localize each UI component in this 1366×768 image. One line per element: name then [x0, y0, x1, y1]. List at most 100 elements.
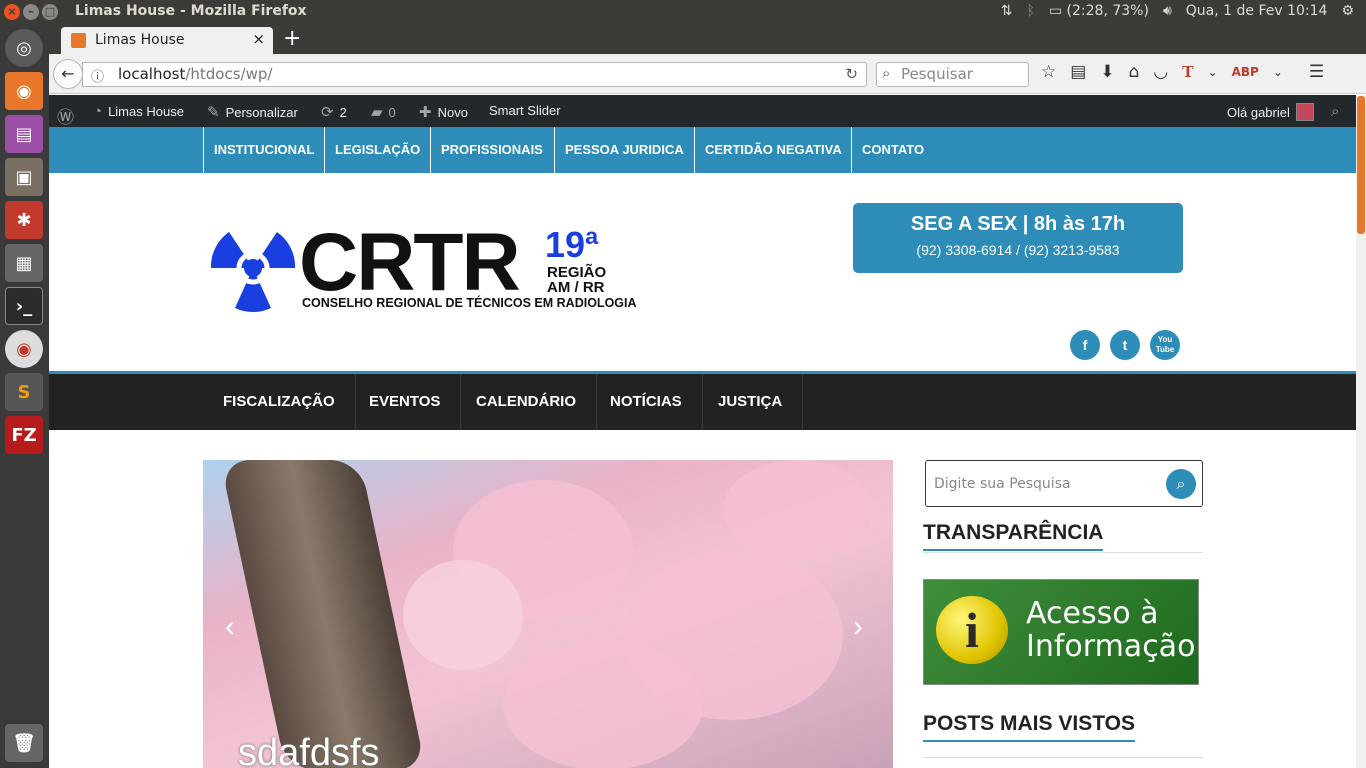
slider-prev-arrow[interactable]: ‹	[225, 610, 235, 644]
office-hours-phones: (92) 3308-6914 / (92) 3213-9583	[916, 242, 1120, 258]
site-info-icon[interactable]: ⓘ	[91, 66, 104, 85]
facebook-icon[interactable]: f	[1070, 330, 1100, 360]
bluetooth-icon[interactable]: ᛒ	[1026, 3, 1034, 19]
battery-indicator[interactable]: ▭ (2:28, 73%)	[1049, 3, 1149, 19]
wp-customize-link[interactable]: ✎ Personalizar	[207, 103, 298, 121]
twitter-icon[interactable]: t	[1110, 330, 1140, 360]
wp-greeting: Olá gabriel	[1227, 104, 1290, 120]
terminal-icon[interactable]: ›_	[5, 287, 43, 325]
youtube-icon[interactable]: You Tube	[1150, 330, 1180, 360]
divider	[923, 552, 1203, 553]
browser-search-box[interactable]: ⌕ Pesquisar	[876, 62, 1029, 87]
crtr-logo[interactable]: CRTR 19ª REGIÃO AM / RR CONSELHO REGIONA…	[209, 220, 637, 318]
new-tab-button[interactable]: +	[283, 26, 301, 51]
tab-title: Limas House	[95, 32, 185, 48]
reading-list-icon[interactable]: ▤	[1070, 62, 1086, 82]
navigation-toolbar: ⓘ localhost/htdocs/wp/ ↻ ← ⌕ Pesquisar ☆…	[49, 54, 1366, 94]
home-icon[interactable]: ⌂	[1129, 62, 1140, 82]
transparency-title: TRANSPARÊNCIA	[923, 521, 1104, 551]
ubuntu-dash-icon[interactable]: ◎	[5, 29, 43, 67]
minimize-window-button[interactable]: –	[23, 4, 39, 20]
window-title: Limas House - Mozilla Firefox	[75, 3, 307, 19]
nav-certidao-negativa[interactable]: CERTIDÃO NEGATIVA	[694, 127, 852, 173]
network-icon[interactable]: ⇅	[1001, 3, 1013, 19]
url-bar[interactable]: ⓘ localhost/htdocs/wp/ ↻	[82, 62, 867, 87]
calculator-icon[interactable]: ▦	[5, 244, 43, 282]
firefox-icon[interactable]: ◉	[5, 72, 43, 110]
wp-site-name: Limas House	[108, 104, 184, 119]
battery-icon: ▭	[1048, 3, 1063, 19]
office-hours-box: SEG A SEX | 8h às 17h (92) 3308-6914 / (…	[853, 203, 1183, 273]
plus-icon: ✚	[419, 104, 432, 121]
url-path: /htdocs/wp/	[185, 65, 273, 83]
adblock-icon[interactable]: ABP	[1232, 65, 1259, 79]
settings-gear-icon[interactable]: ⚙	[1341, 3, 1354, 19]
sublime-text-icon[interactable]: S	[5, 373, 43, 411]
menu-hamburger-icon[interactable]: ☰	[1309, 62, 1324, 82]
nav-profissionais[interactable]: PROFISSIONAIS	[430, 127, 553, 173]
image-slider[interactable]: ‹ › sdafdsfs	[203, 460, 893, 768]
wp-smart-slider-link[interactable]: Smart Slider	[489, 103, 561, 118]
wp-search-icon[interactable]: ⌕	[1331, 103, 1339, 120]
bookmark-star-icon[interactable]: ☆	[1041, 62, 1056, 82]
workspace-switcher-icon[interactable]: ▤	[5, 115, 43, 153]
nav-eventos[interactable]: EVENTOS	[349, 374, 462, 430]
top-navigation: INSTITUCIONAL LEGISLAÇÃO PROFISSIONAIS P…	[49, 127, 1356, 173]
slider-next-arrow[interactable]: ›	[853, 610, 863, 644]
chevron-down-icon[interactable]: ⌄	[1208, 65, 1218, 79]
info-icon: i	[936, 596, 1008, 664]
toolbar-icons: ☆ ▤ ⬇ ⌂ ◡ T ⌄ ABP ⌄ ☰	[1041, 62, 1324, 82]
filezilla-icon[interactable]: FZ	[5, 416, 43, 454]
avatar	[1295, 103, 1314, 121]
back-button[interactable]: ←	[53, 59, 83, 89]
downloads-icon[interactable]: ⬇	[1100, 62, 1114, 82]
close-window-button[interactable]: ×	[4, 4, 20, 20]
browser-tab[interactable]: Limas House ×	[61, 27, 273, 54]
close-tab-icon[interactable]: ×	[252, 30, 265, 48]
wp-admin-bar: Ⓦ ◔ Limas House ✎ Personalizar ⟳ 2 ▰ 0 ✚ Novo…	[49, 95, 1356, 127]
nav-justica[interactable]: JUSTIÇA	[698, 374, 804, 430]
translator-icon[interactable]: T	[1182, 62, 1193, 82]
nav-legislacao[interactable]: LEGISLAÇÃO	[324, 127, 430, 173]
wordpress-logo-icon[interactable]: Ⓦ	[57, 103, 74, 128]
search-button[interactable]: ⌕	[1166, 469, 1196, 499]
volume-icon[interactable]: 🔊︎	[1163, 3, 1172, 19]
wp-site-link[interactable]: ◔ Limas House	[93, 103, 184, 120]
sidebar-search-placeholder: Digite sua Pesquisa	[934, 476, 1071, 492]
window-controls: × – □	[4, 4, 58, 20]
reload-icon[interactable]: ↻	[845, 65, 858, 83]
trash-icon[interactable]: 🗑︎	[5, 724, 43, 762]
wp-new-link[interactable]: ✚ Novo	[419, 103, 468, 121]
chrome-icon[interactable]: ◉	[5, 330, 43, 368]
nav-calendario[interactable]: CALENDÁRIO	[456, 374, 597, 430]
office-hours-schedule: SEG A SEX | 8h às 17h	[910, 213, 1126, 235]
maximize-window-button[interactable]: □	[42, 4, 58, 20]
sidebar-search-input[interactable]: Digite sua Pesquisa ⌕	[925, 460, 1203, 507]
pocket-icon[interactable]: ◡	[1153, 62, 1168, 82]
wp-comments-count: 0	[388, 104, 396, 120]
nav-noticias[interactable]: NOTÍCIAS	[590, 374, 703, 430]
nav-pessoa-juridica[interactable]: PESSOA JURIDICA	[554, 127, 694, 173]
brush-icon: ✎	[207, 104, 220, 121]
system-settings-icon[interactable]: ✱	[5, 201, 43, 239]
system-tray: ⇅ ᛒ ▭ (2:28, 73%) 🔊︎ Qua, 1 de Fev 10:14…	[1001, 3, 1354, 19]
nav-contato[interactable]: CONTATO	[851, 127, 934, 173]
slide-caption[interactable]: sdafdsfs	[238, 732, 380, 768]
nav-institucional[interactable]: INSTITUCIONAL	[203, 127, 324, 173]
logo-states: AM / RR	[547, 279, 605, 296]
tab-strip: Limas House × +	[49, 24, 1366, 54]
access-text-line-1: Acesso à	[1026, 596, 1159, 631]
scrollbar-thumb[interactable]	[1357, 96, 1365, 234]
chevron-down-icon[interactable]: ⌄	[1273, 65, 1283, 79]
access-information-banner[interactable]: i Acesso à Informação	[923, 579, 1199, 685]
updates-icon: ⟳	[321, 104, 334, 121]
nav-fiscalizacao[interactable]: FISCALIZAÇÃO	[203, 374, 356, 430]
clock[interactable]: Qua, 1 de Fev 10:14	[1186, 3, 1328, 19]
wp-customize-label: Personalizar	[225, 104, 298, 120]
wp-account-link[interactable]: Olá gabriel	[1227, 103, 1314, 121]
wp-updates-link[interactable]: ⟳ 2	[321, 103, 347, 121]
wp-comments-link[interactable]: ▰ 0	[371, 103, 396, 121]
os-top-bar: × – □ Limas House - Mozilla Firefox ⇅ ᛒ …	[0, 0, 1366, 24]
file-cabinet-icon[interactable]: ▣	[5, 158, 43, 196]
comment-icon: ▰	[371, 104, 383, 121]
